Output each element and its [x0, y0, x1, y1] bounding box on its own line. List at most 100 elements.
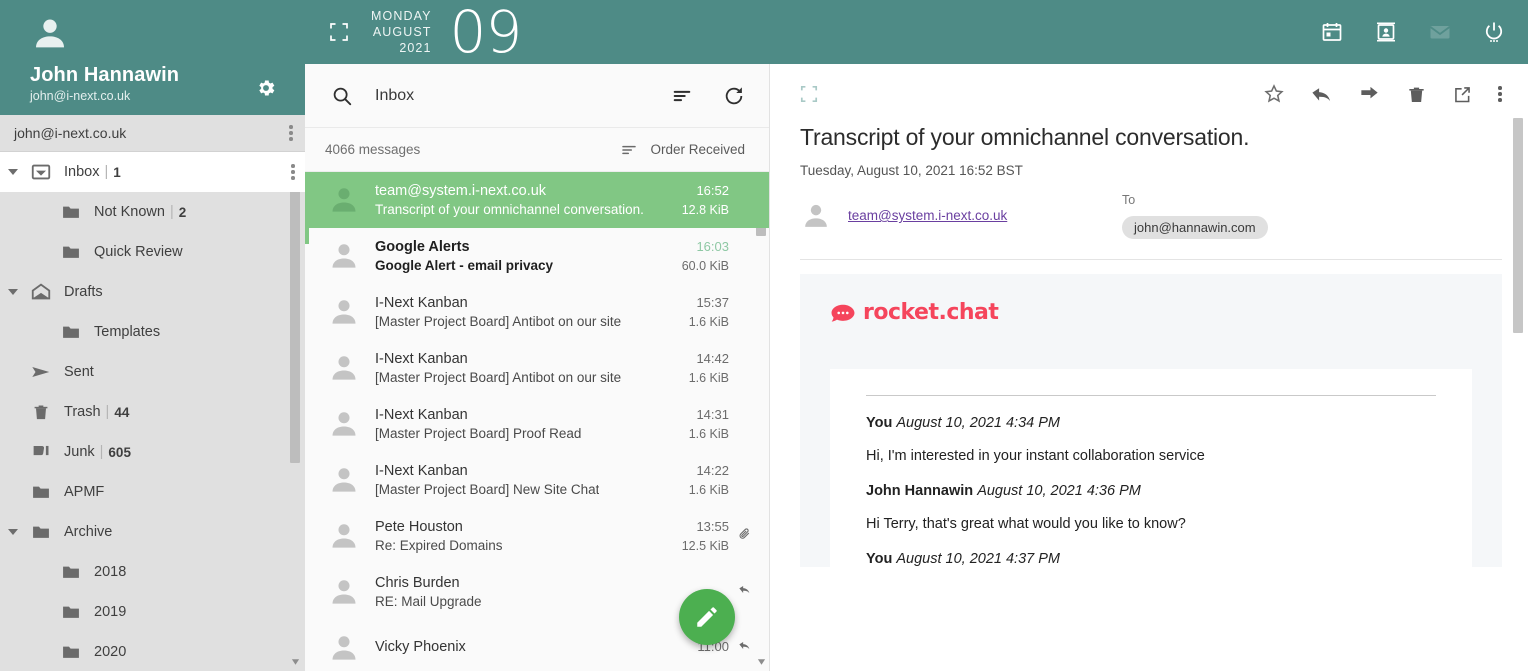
sort-icon[interactable] [671, 85, 693, 107]
reader-toolbar [770, 64, 1528, 124]
more-vertical-icon[interactable] [1498, 86, 1502, 102]
message-count-bar: 4066 messages Order Received [305, 128, 769, 172]
chevron-down-icon[interactable] [0, 529, 26, 535]
sender-block: team@system.i-next.co.uk [800, 192, 1122, 239]
message-list-item[interactable]: Pete Houston 13:55 Re: Expired Domains 12.5… [305, 508, 769, 564]
chevron-down-icon[interactable] [0, 169, 26, 175]
gear-icon[interactable] [255, 77, 277, 99]
compose-button[interactable] [679, 589, 735, 645]
transcript-header: You August 10, 2021 4:34 PM [866, 415, 1436, 431]
message-size: 1.6 KiB [688, 315, 729, 329]
message-list-item[interactable]: I-Next Kanban 14:42 [Master Project Board]… [305, 340, 769, 396]
order-selector[interactable]: Order Received [620, 141, 745, 159]
message-size: 60.0 KiB [681, 259, 729, 273]
content-panes: Inbox 4066 messages Order Received team@… [305, 64, 1528, 671]
fullscreen-icon[interactable] [800, 85, 818, 103]
sidebar-item-label: 2020 [94, 644, 127, 660]
message-time: 14:42 [696, 351, 729, 366]
power-icon[interactable] [1482, 20, 1506, 44]
sidebar-item-not-known[interactable]: Not Known | 2 [0, 192, 305, 232]
reader-scrollbar[interactable] [1513, 118, 1524, 667]
message-text: I-Next Kanban 14:42 [Master Project Board]… [375, 351, 729, 385]
message-sender: Google Alerts [375, 239, 470, 255]
replied-icon [738, 583, 751, 601]
folder-icon [26, 522, 56, 542]
folder-unread-count: 2 [178, 204, 187, 220]
transcript-header: You August 10, 2021 4:37 PM [866, 551, 1436, 567]
sidebar-item-quick-review[interactable]: Quick Review [0, 232, 305, 272]
message-time: 16:52 [696, 183, 729, 198]
folder-icon [56, 242, 86, 262]
refresh-icon[interactable] [723, 85, 745, 107]
sidebar-item-sent[interactable]: Sent [0, 352, 305, 392]
account-menu-icon[interactable] [289, 125, 293, 141]
sidebar-item-2020[interactable]: 2020 [0, 632, 305, 671]
message-list-item[interactable]: Google Alerts 16:03 Google Alert - email p… [305, 228, 769, 284]
folder-icon [56, 202, 86, 222]
divider [800, 259, 1502, 260]
message-size: 1.6 KiB [688, 427, 729, 441]
sidebar-item-inbox[interactable]: Inbox | 1 [0, 152, 305, 192]
account-header [0, 0, 305, 64]
message-list-item[interactable]: I-Next Kanban 14:31 [Master Project Board]… [305, 396, 769, 452]
sidebar-item-drafts[interactable]: Drafts [0, 272, 305, 312]
trash-icon[interactable] [1406, 84, 1427, 105]
email-html-body: rocket.chat You August 10, 2021 4:34 PM H… [800, 274, 1502, 567]
message-sender: I-Next Kanban [375, 295, 468, 311]
reader-scrollbar-thumb[interactable] [1513, 118, 1523, 333]
forward-icon[interactable] [1358, 83, 1381, 106]
recipient-chip[interactable]: john@hannawin.com [1122, 216, 1268, 239]
sidebar-item-apmf[interactable]: APMF [0, 472, 305, 512]
order-label: Order Received [650, 142, 745, 157]
transcript-message: Hi, I'm interested in your instant colla… [866, 448, 1205, 464]
month-label: AUGUST [372, 25, 432, 39]
transcript-list: You August 10, 2021 4:34 PM Hi, I'm inter… [866, 415, 1436, 567]
transcript-message: Hi Terry, that's great what would you li… [866, 516, 1186, 532]
search-icon[interactable] [331, 85, 353, 107]
star-icon[interactable] [1263, 83, 1285, 105]
date-block: MONDAY AUGUST 2021 [371, 8, 432, 56]
message-list-pane: Inbox 4066 messages Order Received team@… [305, 64, 770, 671]
sort-icon [622, 145, 637, 154]
message-sender: Vicky Phoenix [375, 638, 466, 655]
message-subject: [Master Project Board] Antibot on our si… [375, 370, 622, 385]
sidebar-item-templates[interactable]: Templates [0, 312, 305, 352]
message-count: 4066 messages [325, 142, 421, 157]
message-sender: I-Next Kanban [375, 407, 468, 423]
message-text: team@system.i-next.co.uk 16:52 Transcript … [375, 183, 729, 217]
sender-address[interactable]: team@system.i-next.co.uk [848, 208, 1007, 223]
reading-pane: Transcript of your omnichannel conversat… [770, 64, 1528, 671]
pencil-icon [697, 607, 717, 627]
contacts-icon[interactable] [1374, 20, 1398, 44]
message-flags [735, 583, 753, 601]
message-list-item[interactable]: team@system.i-next.co.uk 16:52 Transcript … [305, 172, 769, 228]
sidebar-item-trash[interactable]: Trash | 44 [0, 392, 305, 432]
sidebar-item-archive[interactable]: Archive [0, 512, 305, 552]
sidebar-item-junk[interactable]: Junk | 605 [0, 432, 305, 472]
sent-icon [26, 361, 56, 383]
main-area: MONDAY AUGUST 2021 09 Inbox 4066 message… [305, 0, 1528, 671]
account-email: john@i-next.co.uk [30, 89, 131, 103]
fullscreen-icon[interactable] [329, 22, 349, 42]
calendar-icon[interactable] [1320, 20, 1344, 44]
message-subject: Transcript of your omnichannel conversat… [375, 202, 644, 217]
sidebar-item-2019[interactable]: 2019 [0, 592, 305, 632]
person-icon [805, 204, 827, 227]
search-input[interactable]: Inbox [375, 87, 414, 105]
account-identity: John Hannawin john@i-next.co.uk [0, 64, 305, 115]
top-bar: MONDAY AUGUST 2021 09 [305, 0, 1528, 64]
chevron-down-icon[interactable] [0, 289, 26, 295]
message-list-item[interactable]: I-Next Kanban 14:22 [Master Project Board]… [305, 452, 769, 508]
weekday-label: MONDAY [371, 9, 432, 23]
folder-menu-icon[interactable] [291, 164, 295, 180]
account-row-label: john@i-next.co.uk [14, 125, 127, 141]
open-external-icon[interactable] [1452, 84, 1473, 105]
rocketchat-logo: rocket.chat [830, 300, 1472, 325]
message-time: 14:22 [696, 463, 729, 478]
sidebar-item-2018[interactable]: 2018 [0, 552, 305, 592]
account-row[interactable]: john@i-next.co.uk [0, 115, 305, 152]
mail-icon[interactable] [1428, 20, 1452, 44]
reply-icon[interactable] [1310, 83, 1333, 106]
message-sender: team@system.i-next.co.uk [375, 183, 547, 199]
message-list-item[interactable]: I-Next Kanban 15:37 [Master Project Board]… [305, 284, 769, 340]
